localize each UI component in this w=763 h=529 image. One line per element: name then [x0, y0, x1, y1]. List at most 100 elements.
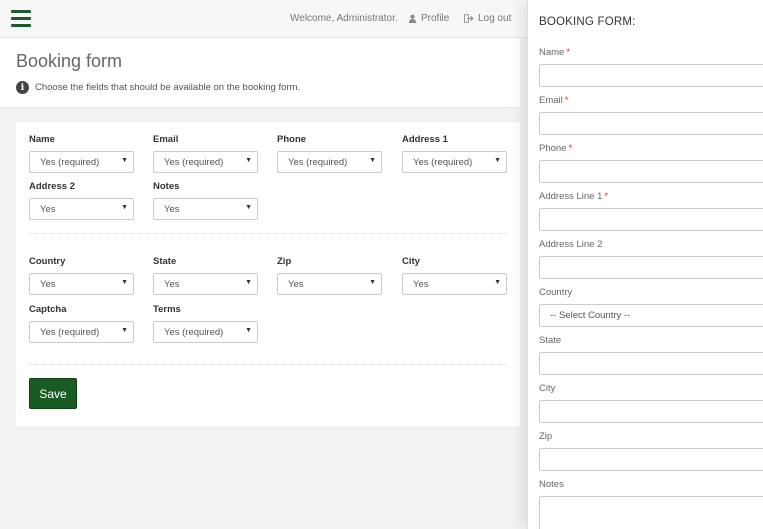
name-input[interactable] [539, 64, 763, 87]
logout-icon [464, 14, 474, 23]
field-label: Address 1 [402, 134, 448, 145]
field-label: State [153, 256, 177, 267]
booking-settings-panel: Name Yes (required) ▼ Email Yes (required… [16, 122, 520, 426]
dropdown-arrow-icon: ▼ [245, 279, 252, 286]
field-label: City [539, 383, 556, 394]
booking-form-preview: BOOKING FORM: Name * Email * Phone * Addres… [527, 0, 763, 529]
preview-field-phone: Phone * [539, 143, 763, 183]
dropdown-arrow-icon: ▼ [494, 157, 501, 164]
field-address2: Address 2 Yes ▼ [29, 181, 134, 220]
field-notes: Notes Yes ▼ [153, 181, 258, 220]
email-select[interactable]: Yes (required) ▼ [153, 151, 258, 173]
preview-field-zip: Zip [539, 431, 763, 471]
field-label: Address Line 2 [539, 239, 603, 250]
profile-label: Profile [421, 13, 450, 24]
city-select[interactable]: Yes ▼ [402, 273, 507, 295]
city-input[interactable] [539, 400, 763, 423]
name-select[interactable]: Yes (required) ▼ [29, 151, 134, 173]
required-marker: * [566, 47, 571, 58]
field-address1: Address 1 Yes (required) ▼ [402, 134, 507, 173]
required-marker: * [604, 191, 609, 202]
field-label: Name [539, 47, 565, 58]
field-captcha: Captcha Yes (required) ▼ [29, 304, 134, 343]
address2-select[interactable]: Yes ▼ [29, 198, 134, 220]
field-email: Email Yes (required) ▼ [153, 134, 258, 173]
field-label: Email [153, 134, 179, 145]
field-label: Address 2 [29, 181, 75, 192]
field-label: Phone [539, 143, 567, 154]
save-button[interactable]: Save [29, 378, 77, 409]
field-phone: Phone Yes (required) ▼ [277, 134, 382, 173]
field-label: Captcha [29, 304, 67, 315]
zip-select[interactable]: Yes ▼ [277, 273, 382, 295]
country-dropdown[interactable]: -- Select Country -- [539, 304, 763, 327]
info-text: Choose the fields that should be availab… [35, 82, 301, 93]
preview-field-address2: Address Line 2 [539, 239, 763, 279]
preview-field-email: Email * [539, 95, 763, 135]
field-state: State Yes ▼ [153, 256, 258, 295]
state-select[interactable]: Yes ▼ [153, 273, 258, 295]
preview-field-address1: Address Line 1 * [539, 191, 763, 231]
page-header: Booking form i Choose the fields that sh… [0, 38, 520, 108]
field-label: State [539, 335, 562, 346]
field-label: City [402, 256, 420, 267]
divider [29, 233, 507, 234]
page-title: Booking form [16, 51, 123, 71]
preview-field-country: Country -- Select Country -- [539, 287, 763, 327]
captcha-select[interactable]: Yes (required) ▼ [29, 321, 134, 343]
dropdown-arrow-icon: ▼ [245, 204, 252, 211]
hamburger-icon[interactable] [11, 10, 31, 28]
field-label: Notes [153, 181, 180, 192]
preview-title: BOOKING FORM: [539, 16, 636, 28]
field-label: Country [539, 287, 573, 298]
field-label: Address Line 1 [539, 191, 603, 202]
info-icon: i [16, 81, 29, 94]
required-marker: * [564, 95, 569, 106]
phone-input[interactable] [539, 160, 763, 183]
dropdown-arrow-icon: ▼ [121, 279, 128, 286]
phone-select[interactable]: Yes (required) ▼ [277, 151, 382, 173]
address-line2-input[interactable] [539, 256, 763, 279]
notes-select[interactable]: Yes ▼ [153, 198, 258, 220]
dropdown-arrow-icon: ▼ [121, 204, 128, 211]
user-icon [408, 14, 417, 23]
field-label: Country [29, 256, 66, 267]
address-line1-input[interactable] [539, 208, 763, 231]
country-select[interactable]: Yes ▼ [29, 273, 134, 295]
field-terms: Terms Yes (required) ▼ [153, 304, 258, 343]
field-label: Zip [277, 256, 292, 267]
notes-textarea[interactable] [539, 496, 763, 529]
address1-select[interactable]: Yes (required) ▼ [402, 151, 507, 173]
preview-field-notes: Notes [539, 479, 763, 529]
zip-input[interactable] [539, 448, 763, 471]
preview-field-name: Name * [539, 47, 763, 87]
field-label: Phone [277, 134, 307, 145]
field-city: City Yes ▼ [402, 256, 507, 295]
field-label: Zip [539, 431, 553, 442]
dropdown-arrow-icon: ▼ [369, 279, 376, 286]
field-label: Notes [539, 479, 564, 490]
info-message: i Choose the fields that should be avail… [16, 81, 300, 94]
preview-field-city: City [539, 383, 763, 423]
dropdown-arrow-icon: ▼ [121, 327, 128, 334]
field-zip: Zip Yes ▼ [277, 256, 382, 295]
profile-link[interactable]: Profile [408, 13, 449, 26]
logout-label: Log out [478, 13, 512, 24]
field-country: Country Yes ▼ [29, 256, 134, 295]
field-label: Name [29, 134, 55, 145]
logout-link[interactable]: Log out [464, 13, 511, 26]
dropdown-arrow-icon: ▼ [245, 327, 252, 334]
divider [29, 364, 507, 365]
preview-field-state: State [539, 335, 763, 375]
field-label: Terms [153, 304, 181, 315]
terms-select[interactable]: Yes (required) ▼ [153, 321, 258, 343]
field-name: Name Yes (required) ▼ [29, 134, 134, 173]
email-input[interactable] [539, 112, 763, 135]
dropdown-arrow-icon: ▼ [245, 157, 252, 164]
dropdown-arrow-icon: ▼ [121, 157, 128, 164]
field-label: Email [539, 95, 563, 106]
dropdown-arrow-icon: ▼ [494, 279, 501, 286]
welcome-text: Welcome, Administrator. [290, 13, 398, 24]
dropdown-arrow-icon: ▼ [369, 157, 376, 164]
state-input[interactable] [539, 352, 763, 375]
